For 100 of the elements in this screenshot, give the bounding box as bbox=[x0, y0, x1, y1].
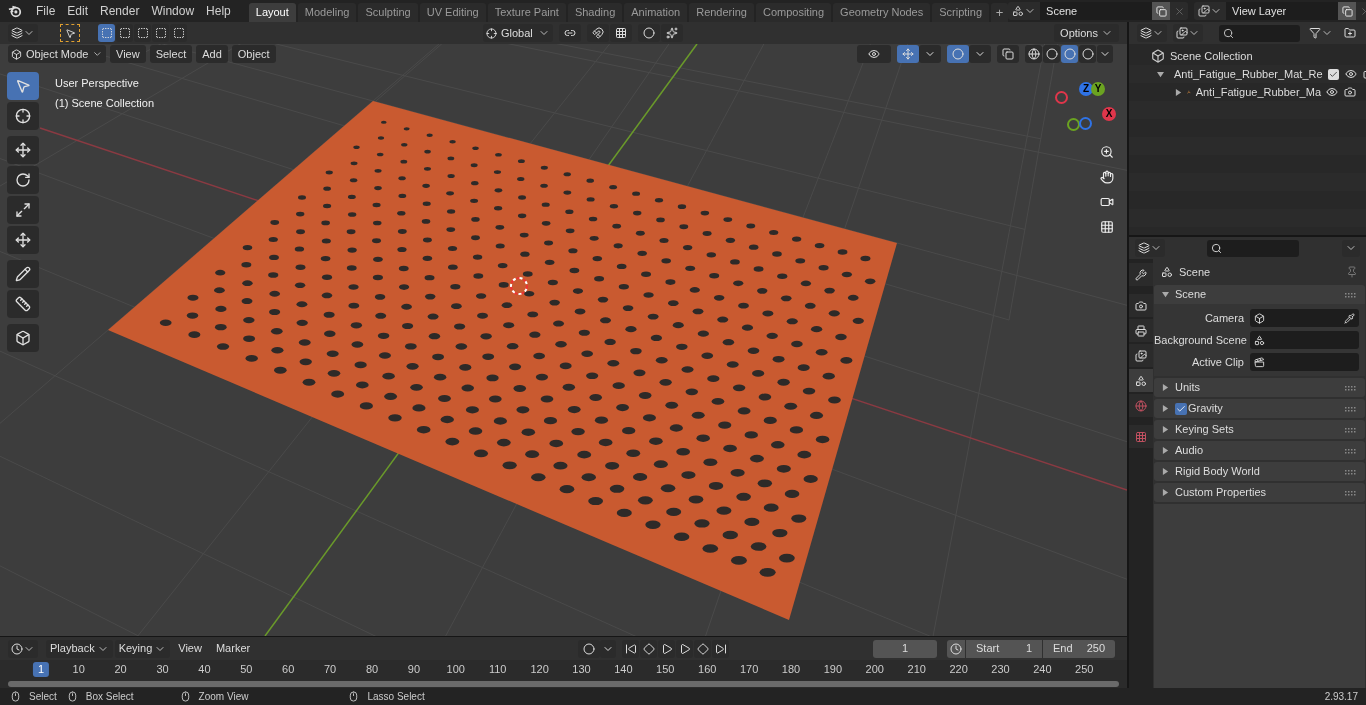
playback-button[interactable] bbox=[694, 639, 712, 658]
panel-header[interactable]: Audio bbox=[1175, 442, 1204, 459]
timeline-scrollbar[interactable] bbox=[8, 681, 1119, 687]
visibility-button[interactable] bbox=[857, 45, 891, 63]
select-mode-button[interactable] bbox=[152, 24, 169, 42]
disclosure-triangle-icon[interactable] bbox=[1162, 489, 1169, 496]
properties-tab[interactable] bbox=[1129, 344, 1153, 367]
disclosure-triangle-icon[interactable] bbox=[1162, 447, 1169, 454]
overlay-options-button[interactable] bbox=[969, 45, 991, 63]
negative-axis-handle[interactable] bbox=[1067, 118, 1080, 131]
proportional-edit-button[interactable] bbox=[638, 24, 660, 42]
workspace-tab[interactable]: UV Editing bbox=[419, 3, 486, 22]
menu-item[interactable]: File bbox=[30, 0, 62, 22]
panel-header[interactable]: Scene bbox=[1175, 286, 1207, 303]
shading-mode-button[interactable] bbox=[1025, 45, 1042, 63]
editor-type-button[interactable] bbox=[1135, 239, 1165, 257]
playback-button[interactable] bbox=[712, 639, 730, 658]
header-menu-button[interactable]: View bbox=[110, 45, 146, 63]
blender-logo-icon[interactable] bbox=[8, 4, 22, 18]
workspace-tab[interactable]: Shading bbox=[567, 3, 623, 22]
playback-button[interactable] bbox=[676, 639, 694, 658]
current-frame-field[interactable]: 1 bbox=[873, 639, 937, 658]
search-field[interactable] bbox=[1219, 24, 1301, 42]
panel-header[interactable]: Units bbox=[1175, 379, 1201, 396]
shading-mode-button[interactable] bbox=[1043, 45, 1060, 63]
panel-header[interactable]: Gravity bbox=[1188, 400, 1223, 417]
menu-item[interactable]: Window bbox=[145, 0, 201, 22]
disclosure-triangle-icon[interactable] bbox=[1162, 468, 1169, 475]
select-mode-button[interactable] bbox=[116, 24, 133, 42]
filter-mode-button[interactable] bbox=[1173, 24, 1203, 42]
eyedropper-icon[interactable] bbox=[1344, 312, 1355, 324]
record-button[interactable] bbox=[578, 639, 601, 658]
workspace-tab[interactable]: Modeling bbox=[297, 3, 357, 22]
header-menu-button[interactable]: Add bbox=[196, 45, 228, 63]
search-field[interactable] bbox=[1207, 239, 1299, 257]
view-layer-selector-field[interactable]: View Layer bbox=[1226, 2, 1339, 20]
disclosure-triangle-icon[interactable] bbox=[1162, 405, 1169, 412]
negative-axis-handle[interactable] bbox=[1055, 91, 1068, 104]
eye-icon[interactable] bbox=[1326, 86, 1338, 98]
axis-handle[interactable]: X bbox=[1102, 107, 1116, 121]
select-mode-button[interactable] bbox=[98, 24, 115, 42]
snap-toggle-button[interactable] bbox=[587, 24, 609, 42]
tool-button[interactable] bbox=[7, 324, 39, 352]
pivot-point-button[interactable] bbox=[559, 24, 581, 42]
disclosure-triangle-icon[interactable] bbox=[1162, 291, 1169, 298]
header-menu-button[interactable]: Select bbox=[149, 45, 193, 63]
duplicate-button[interactable] bbox=[1152, 2, 1171, 20]
snap-target-button[interactable] bbox=[610, 24, 632, 42]
exclude-checkbox[interactable] bbox=[1327, 68, 1339, 80]
panel-checkbox[interactable] bbox=[1175, 402, 1187, 415]
tool-button[interactable] bbox=[7, 102, 39, 130]
properties-tab[interactable] bbox=[1129, 294, 1153, 317]
data-block-menu-button[interactable] bbox=[1194, 2, 1227, 20]
properties-tab[interactable] bbox=[1129, 425, 1153, 448]
disclosure-triangle-icon[interactable] bbox=[1162, 426, 1169, 433]
select-mode-button[interactable] bbox=[170, 24, 187, 42]
keying-options-button[interactable] bbox=[600, 639, 617, 658]
start-frame-field[interactable]: Start 1 bbox=[966, 639, 1042, 658]
gizmo-toggle-button[interactable] bbox=[897, 45, 919, 63]
disclosure-triangle-icon[interactable] bbox=[1175, 88, 1182, 96]
display-mode-button[interactable] bbox=[1137, 24, 1167, 42]
tool-button[interactable] bbox=[7, 196, 39, 224]
axis-handle[interactable]: Z bbox=[1079, 82, 1093, 96]
disclosure-triangle-icon[interactable] bbox=[1162, 384, 1169, 391]
overlay-toggle-button[interactable] bbox=[947, 45, 969, 63]
playback-button[interactable] bbox=[658, 639, 676, 658]
playback-button[interactable] bbox=[622, 639, 640, 658]
menu-item[interactable]: Render bbox=[94, 0, 146, 22]
mode-dropdown[interactable]: Object Mode bbox=[8, 45, 106, 63]
tool-button[interactable] bbox=[7, 166, 39, 194]
workspace-tab[interactable]: Layout bbox=[248, 3, 296, 22]
camera-icon[interactable] bbox=[1344, 86, 1356, 98]
shading-mode-button[interactable] bbox=[1061, 45, 1078, 63]
properties-tab[interactable] bbox=[1129, 263, 1153, 286]
workspace-tab[interactable]: Animation bbox=[624, 3, 688, 22]
end-frame-field[interactable]: End 250 bbox=[1043, 639, 1115, 658]
shading-mode-button[interactable] bbox=[1079, 45, 1096, 63]
header-menu-button[interactable]: View bbox=[172, 639, 208, 658]
shading-options-button[interactable] bbox=[1097, 45, 1113, 63]
editor-type-button[interactable] bbox=[8, 639, 38, 658]
properties-tab[interactable] bbox=[1129, 319, 1153, 342]
add-workspace-button[interactable]: + bbox=[991, 3, 1009, 22]
data-block-field[interactable] bbox=[1250, 353, 1359, 371]
options-dropdown[interactable]: Options bbox=[1054, 24, 1119, 42]
duplicate-button[interactable] bbox=[1338, 2, 1357, 20]
data-block-field[interactable] bbox=[1250, 309, 1359, 327]
playback-button[interactable] bbox=[640, 639, 658, 658]
workspace-tab[interactable]: Geometry Nodes bbox=[833, 3, 931, 22]
outliner-item[interactable]: Anti_Fatigue_Rubber_Mat_Re bbox=[1174, 65, 1323, 83]
workspace-tab[interactable]: Compositing bbox=[755, 3, 832, 22]
data-block-field[interactable] bbox=[1250, 331, 1359, 349]
active-tool-button[interactable] bbox=[60, 24, 80, 42]
gizmo-options-button[interactable] bbox=[919, 45, 941, 63]
menu-item[interactable]: Edit bbox=[61, 0, 95, 22]
current-frame-indicator[interactable]: 1 bbox=[32, 662, 50, 677]
properties-tab[interactable] bbox=[1129, 369, 1153, 392]
header-dropdown[interactable]: Playback bbox=[46, 639, 113, 658]
data-block-menu-button[interactable] bbox=[1008, 2, 1041, 20]
header-menu-button[interactable]: Marker bbox=[209, 639, 257, 658]
transform-orientation-dropdown[interactable]: Global bbox=[483, 24, 553, 42]
